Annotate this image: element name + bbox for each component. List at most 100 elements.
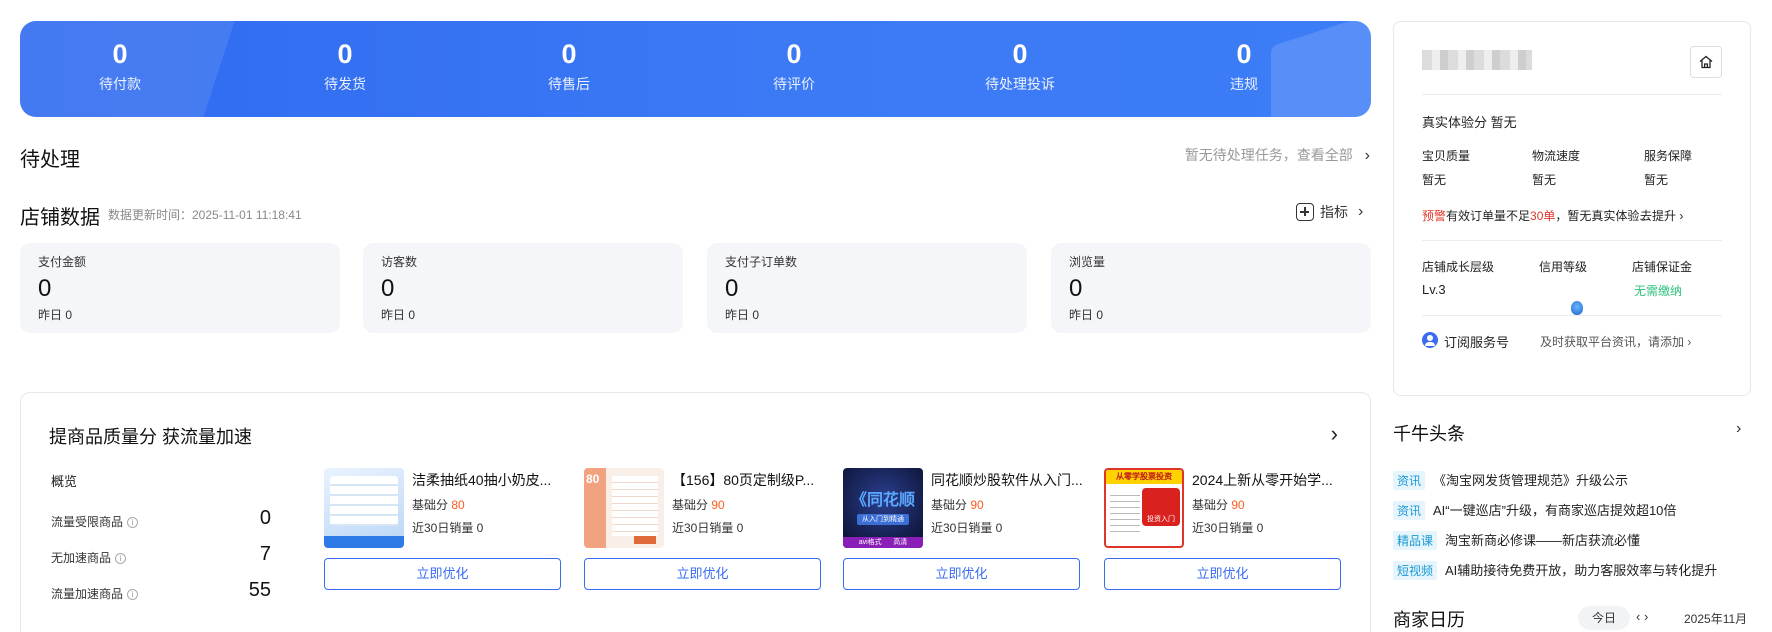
shop-home-button[interactable] [1690, 46, 1722, 78]
product-thumbnail[interactable]: 80 [584, 468, 664, 548]
overview-label: 流量加速商品 [51, 587, 124, 601]
metric-value: 暂无 [1644, 173, 1669, 187]
warning-post: ，暂无真实体验... [1555, 209, 1650, 223]
overview-row-boosted[interactable]: 流量加速商品 i 55 [51, 579, 271, 602]
deposit-label: 店铺保证金 [1632, 260, 1693, 274]
product-sales: 近30日销量 0 [1192, 521, 1264, 535]
subscribe-label[interactable]: 订阅服务号 [1444, 332, 1509, 351]
overview-label: 无加速商品 [51, 551, 112, 565]
stat-pending-aftersale[interactable]: 0 待售后 [509, 39, 629, 94]
news-item[interactable]: 资讯 《淘宝网发货管理规范》升级公示 [1393, 470, 1628, 490]
stat-value: 0 [1012, 39, 1028, 69]
optimize-button[interactable]: 立即优化 [843, 558, 1080, 590]
thumb-title: 《同花顺 [850, 492, 915, 509]
score-label: 基础分 [1192, 498, 1229, 512]
calendar-title: 商家日历 [1393, 610, 1465, 630]
news-tag: 资讯 [1393, 471, 1426, 490]
stat-pending-review[interactable]: 0 待评价 [734, 39, 854, 94]
product-sales: 近30日销量 0 [672, 521, 744, 535]
metric-label: 物流速度 [1532, 149, 1581, 163]
stat-label: 待处理投诉 [985, 76, 1055, 92]
optimize-button[interactable]: 立即优化 [1104, 558, 1341, 590]
product-card: 从零学股票投资 投资入门 2024上新从零开始学... 基础分 90 近30日销… [1104, 468, 1344, 593]
overview-row-restricted[interactable]: 流量受限商品 i 0 [51, 507, 271, 530]
order-status-banner: 0 待付款 0 待发货 0 待售后 0 待评价 0 待处理投诉 0 违规 [20, 21, 1371, 117]
news-text: 《淘宝网发货管理规范》升级公示 [1433, 473, 1629, 488]
product-thumbnail[interactable]: 《同花顺 从入门到精通 avi格式 高清 [843, 468, 923, 548]
stat-value: 0 [112, 39, 128, 69]
score-value: 90 [970, 498, 984, 512]
stat-pending-payment[interactable]: 0 待付款 [60, 39, 180, 94]
chevron-right-icon[interactable]: › [1736, 420, 1741, 438]
product-thumbnail[interactable]: 从零学股票投资 投资入门 [1104, 468, 1184, 548]
metric-yesterday: 昨日 0 [1069, 308, 1104, 322]
metric-title: 浏览量 [1069, 255, 1106, 269]
stat-label: 待评价 [773, 76, 815, 92]
stat-violations[interactable]: 0 违规 [1184, 39, 1304, 94]
product-name[interactable]: 【156】80页定制级P... [672, 470, 832, 490]
deposit-value[interactable]: 无需缴纳 [1634, 282, 1682, 299]
metric-card-suborders[interactable]: 支付子订单数 0 昨日 0 [707, 243, 1027, 333]
thumb-badge: 投资入门 [1147, 516, 1175, 523]
pending-title: 待处理 [20, 149, 80, 171]
product-sales: 近30日销量 0 [412, 521, 484, 535]
metric-yesterday: 昨日 0 [38, 308, 73, 322]
product-name[interactable]: 洁柔抽纸40抽小奶皮... [412, 470, 572, 490]
shop-name-blurred [1422, 50, 1532, 70]
score-label: 基础分 [931, 498, 968, 512]
news-tag: 短视频 [1393, 561, 1438, 580]
warning-pre: 有效订单量不足 [1446, 209, 1531, 223]
optimize-button[interactable]: 立即优化 [324, 558, 561, 590]
overview-row-no-boost[interactable]: 无加速商品 i 7 [51, 543, 271, 566]
divider [1422, 240, 1722, 241]
quality-title: 提商品质量分 获流量加速 [49, 427, 252, 447]
metric-yesterday: 昨日 0 [381, 308, 416, 322]
metric-card-payment[interactable]: 支付金额 0 昨日 0 [20, 243, 340, 333]
pending-view-all-link[interactable]: 暂无待处理任务，查看全部 › [1185, 145, 1370, 165]
metrics-settings-link[interactable]: 指标 › [1296, 202, 1363, 222]
warning-notice: 预警有效订单量不足30单，暂无真实体验... [1422, 207, 1649, 224]
product-card: 80 【156】80页定制级P... 基础分 90 近30日销量 0 立即优化 [584, 468, 824, 593]
product-name[interactable]: 同花顺炒股软件从入门... [931, 470, 1091, 490]
user-icon [1422, 332, 1438, 348]
product-sales: 近30日销量 0 [931, 521, 1003, 535]
product-name[interactable]: 2024上新从零开始学... [1192, 470, 1352, 490]
credit-label: 信用等级 [1539, 260, 1588, 274]
experience-score: 真实体验分 暂无 [1422, 112, 1517, 131]
overview-title: 概览 [51, 474, 78, 489]
overview-value: 0 [259, 507, 271, 529]
score-value: 90 [711, 498, 725, 512]
product-score: 基础分 80 [412, 496, 465, 513]
metric-card-visitors[interactable]: 访客数 0 昨日 0 [363, 243, 683, 333]
metric-card-pageviews[interactable]: 浏览量 0 昨日 0 [1051, 243, 1371, 333]
divider [1422, 315, 1722, 316]
warning-tag: 预警 [1422, 209, 1447, 223]
subscribe-hint[interactable]: 及时获取平台资讯，请添加 › [1540, 333, 1691, 350]
overview-label: 流量受限商品 [51, 515, 124, 529]
score-label: 基础分 [412, 498, 449, 512]
update-time: 数据更新时间：2025-11-01 11:18:41 [108, 208, 302, 222]
calendar-nav-arrows[interactable]: ‹ › [1636, 609, 1648, 624]
today-button[interactable]: 今日 [1578, 606, 1630, 630]
news-item[interactable]: 短视频 AI辅助接待免费开放，助力客服效率与转化提升 [1393, 560, 1717, 580]
stat-pending-shipment[interactable]: 0 待发货 [285, 39, 405, 94]
info-icon[interactable]: i [127, 517, 139, 529]
news-item[interactable]: 精品课 淘宝新商必修课——新店获流必懂 [1393, 530, 1640, 550]
news-text: AI辅助接待免费开放，助力客服效率与转化提升 [1445, 563, 1718, 578]
metric-label: 服务保障 [1644, 149, 1693, 163]
chevron-right-icon: › [1364, 147, 1370, 164]
info-icon[interactable]: i [127, 589, 139, 601]
metrics-link-label: 指标 [1320, 204, 1348, 220]
improve-link[interactable]: 去提升 › [1640, 207, 1683, 224]
warning-num: 30单 [1530, 209, 1556, 223]
news-item[interactable]: 资讯 AI“一键巡店”升级，有商家巡店提效超10倍 [1393, 500, 1676, 520]
metric-yesterday: 昨日 0 [725, 308, 760, 322]
product-thumbnail[interactable] [324, 468, 404, 548]
chevron-right-icon[interactable]: › [1331, 421, 1338, 447]
info-icon[interactable]: i [115, 553, 127, 565]
add-square-icon [1296, 203, 1314, 221]
optimize-button[interactable]: 立即优化 [584, 558, 821, 590]
metric-value: 0 [38, 275, 52, 302]
stat-pending-complaints[interactable]: 0 待处理投诉 [960, 39, 1080, 94]
score-value: 90 [1231, 498, 1245, 512]
